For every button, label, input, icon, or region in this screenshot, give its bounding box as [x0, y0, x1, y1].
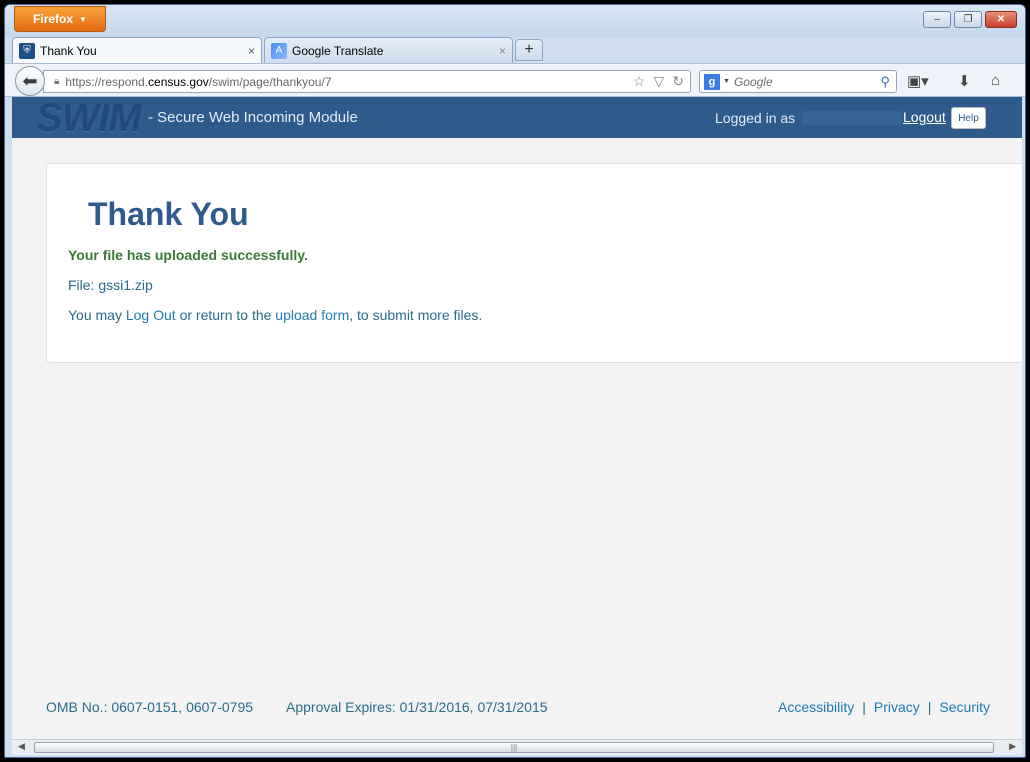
separator: |: [927, 699, 932, 715]
page-footer: OMB No.: 0607-0151, 0607-0795 Approval E…: [12, 699, 1022, 719]
back-button[interactable]: ⬅: [15, 66, 45, 96]
maximize-button[interactable]: ❐: [954, 11, 982, 28]
download-icon[interactable]: ⬇: [958, 72, 971, 90]
close-tab-icon[interactable]: ×: [248, 44, 255, 58]
omb-number: OMB No.: 0607-0151, 0607-0795: [46, 699, 254, 715]
address-bar[interactable]: 🔒︎ https://respond.census.gov/swim/page/…: [43, 70, 691, 93]
census-favicon-icon: ⛨: [19, 42, 35, 59]
new-tab-button[interactable]: +: [515, 39, 543, 61]
tab-label: Thank You: [40, 43, 97, 58]
tab-bar: ⛨ Thank You × A Google Translate × +: [5, 37, 1025, 63]
horizontal-scrollbar[interactable]: ◀ ||| ▶: [12, 739, 1022, 755]
footer-links: Accessibility | Privacy | Security: [778, 699, 990, 715]
url-text: https://respond.census.gov/swim/page/tha…: [65, 74, 332, 89]
redacted-username: [802, 111, 902, 125]
google-engine-icon[interactable]: g: [704, 73, 720, 90]
swim-logo: SWIM: [36, 97, 142, 140]
tab-thank-you[interactable]: ⛨ Thank You ×: [12, 37, 262, 63]
firefox-menu-label: Firefox: [33, 12, 74, 26]
tab-label: Google Translate: [292, 43, 384, 58]
minimize-button[interactable]: –: [923, 11, 951, 28]
navigation-toolbar: 🔒︎ https://respond.census.gov/swim/page/…: [5, 63, 1025, 97]
file-info: File: gssi1.zip: [68, 277, 153, 293]
separator: |: [862, 699, 866, 715]
dropdown-arrow-icon[interactable]: ▽: [653, 73, 664, 90]
bookmarks-icon[interactable]: ▣▾: [907, 72, 929, 90]
scroll-right-icon[interactable]: ▶: [1009, 741, 1016, 752]
window-controls: – ❐ ✕: [923, 11, 1017, 28]
scrollbar-thumb[interactable]: |||: [34, 742, 994, 753]
approval-expires: Approval Expires: 01/31/2016, 07/31/2015: [286, 699, 548, 715]
logged-in-label: Logged in as: [715, 110, 796, 126]
chevron-down-icon: ▼: [79, 14, 87, 24]
upload-form-link[interactable]: upload form: [275, 307, 349, 323]
home-icon[interactable]: ⌂: [991, 72, 1000, 89]
search-input[interactable]: Google: [734, 75, 881, 89]
file-name: gssi1.zip: [98, 277, 153, 293]
back-arrow-icon: ⬅: [22, 70, 38, 91]
privacy-link[interactable]: Privacy: [874, 699, 920, 715]
close-window-button[interactable]: ✕: [985, 11, 1017, 28]
thank-you-panel: Thank You Your file has uploaded success…: [46, 163, 1022, 363]
magnifier-icon[interactable]: ⚲: [880, 74, 890, 90]
chevron-down-icon[interactable]: ▼: [723, 78, 730, 85]
accessibility-link[interactable]: Accessibility: [778, 699, 854, 715]
translate-favicon-icon: A: [271, 42, 287, 59]
logout-link[interactable]: Logout: [903, 109, 946, 125]
tab-google-translate[interactable]: A Google Translate ×: [264, 37, 513, 63]
next-steps-text: You may Log Out or return to the upload …: [68, 307, 483, 323]
log-out-link[interactable]: Log Out: [126, 307, 176, 323]
browser-window: Firefox ▼ – ❐ ✕ ⛨ Thank You × A Google T…: [4, 4, 1026, 758]
page-title: Thank You: [88, 196, 249, 232]
security-link[interactable]: Security: [939, 699, 990, 715]
reload-icon[interactable]: ↻: [672, 73, 684, 90]
page-content: SWIM - Secure Web Incoming Module Logged…: [12, 97, 1022, 739]
star-icon[interactable]: ☆: [633, 73, 646, 90]
site-header: SWIM - Secure Web Incoming Module Logged…: [12, 97, 1022, 140]
success-message: Your file has uploaded successfully.: [68, 247, 308, 263]
site-subtitle: - Secure Web Incoming Module: [148, 109, 358, 126]
search-bar[interactable]: g ▼ Google ⚲: [699, 70, 897, 93]
help-button[interactable]: Help: [951, 107, 986, 129]
close-tab-icon[interactable]: ×: [499, 44, 506, 58]
lock-icon: 🔒︎: [54, 76, 60, 87]
scroll-left-icon[interactable]: ◀: [18, 741, 25, 752]
title-bar: Firefox ▼ – ❐ ✕: [5, 5, 1025, 37]
firefox-menu-button[interactable]: Firefox ▼: [14, 6, 106, 32]
